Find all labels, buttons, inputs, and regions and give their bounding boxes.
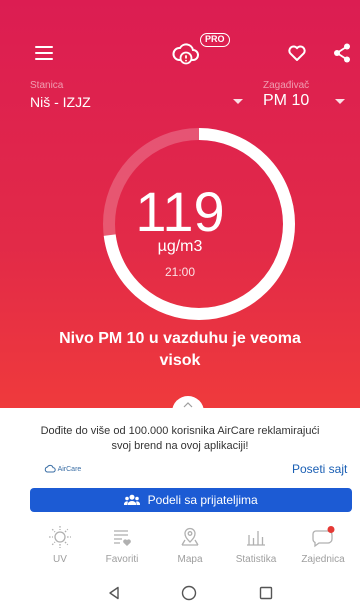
cloud-alert-icon[interactable]	[172, 40, 200, 66]
station-selector[interactable]: Stanica Niš - IZJZ	[30, 80, 91, 110]
bottom-navigation: UV Favoriti Mapa Statistika Zajednica	[0, 524, 360, 576]
home-icon[interactable]	[181, 585, 197, 601]
nav-item-statistics[interactable]: Statistika	[225, 524, 287, 565]
aircare-logo-icon	[44, 464, 56, 473]
ad-text-line-2: svoj brend na ovoj aplikaciji!	[111, 440, 249, 452]
bar-chart-icon	[247, 531, 265, 546]
nav-label-statistics: Statistika	[235, 554, 277, 565]
aircare-logo: AirCare	[44, 464, 81, 476]
back-icon[interactable]	[107, 586, 121, 600]
nav-item-map[interactable]: Mapa	[159, 524, 221, 565]
status-line-1: Nivo PM 10 u vazduhu je veoma	[59, 330, 301, 347]
group-icon	[124, 494, 141, 505]
chat-icon	[312, 526, 335, 548]
share-button-label: Podeli sa prijateljima	[147, 493, 258, 507]
station-value[interactable]: Niš - IZJZ	[30, 94, 91, 110]
favorites-list-icon	[114, 530, 131, 546]
ad-text-line-1: Dođite do više od 100.000 korisnika AirC…	[40, 425, 320, 437]
pollutant-selector[interactable]: Zagađivač PM 10	[263, 80, 309, 110]
nav-label-map: Mapa	[177, 554, 203, 565]
station-dropdown-icon[interactable]	[233, 99, 243, 104]
map-pin-icon	[181, 527, 199, 546]
pollutant-label: Zagađivač	[263, 80, 310, 91]
ad-panel: Dođite do više od 100.000 korisnika AirC…	[0, 396, 360, 518]
top-bar: PRO	[0, 33, 360, 66]
menu-icon[interactable]	[35, 46, 53, 60]
hero-panel: PRO Stanica Niš - IZJZ Zagađivač PM 10 1…	[0, 0, 360, 408]
chevron-up-icon[interactable]	[182, 401, 194, 409]
reading-time: 21:00	[164, 265, 196, 279]
status-message: Nivo PM 10 u vazduhu je veoma visok	[0, 328, 360, 372]
visit-site-link[interactable]: Poseti sajt	[292, 462, 347, 476]
share-with-friends-button[interactable]: Podeli sa prijateljima	[30, 488, 352, 512]
recents-icon[interactable]	[259, 586, 273, 600]
share-icon[interactable]	[333, 43, 351, 63]
nav-label-community: Zajednica	[301, 554, 345, 565]
nav-label-favorites: Favoriti	[105, 554, 139, 565]
heart-icon[interactable]	[288, 45, 306, 61]
aircare-logo-text: AirCare	[57, 465, 82, 473]
pollutant-value[interactable]: PM 10	[263, 92, 309, 110]
nav-item-community[interactable]: Zajednica	[292, 524, 354, 565]
pollution-value: 119	[135, 180, 225, 243]
station-label: Stanica	[30, 80, 64, 91]
sun-icon	[49, 526, 71, 548]
ad-text: Dođite do više od 100.000 korisnika AirC…	[20, 424, 340, 454]
nav-item-uv[interactable]: UV	[29, 524, 91, 565]
pro-badge[interactable]: PRO	[200, 33, 230, 47]
system-navigation-bar	[0, 576, 360, 610]
nav-item-favorites[interactable]: Favoriti	[91, 524, 153, 565]
status-line-2: visok	[159, 352, 201, 369]
pollution-unit: µg/m3	[157, 238, 203, 255]
pollutant-dropdown-icon[interactable]	[335, 99, 345, 104]
nav-label-uv: UV	[53, 554, 67, 565]
